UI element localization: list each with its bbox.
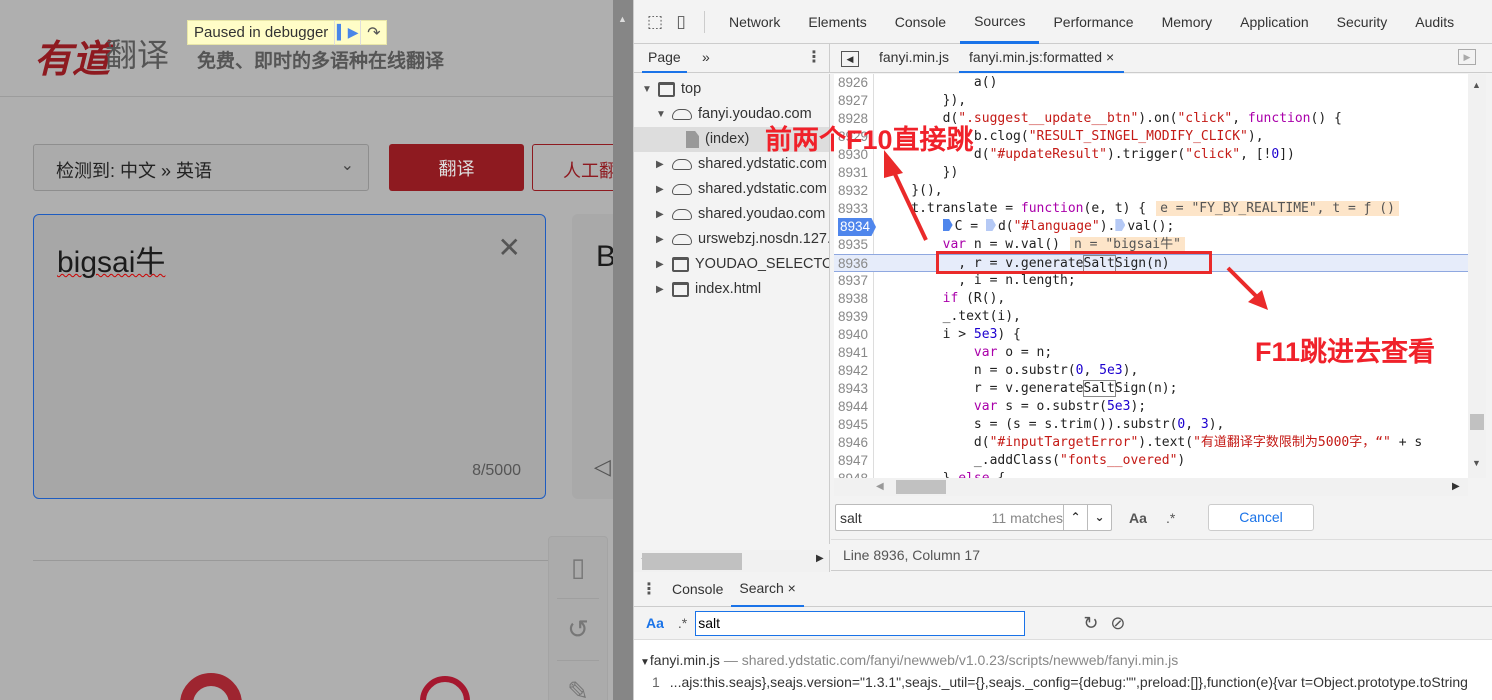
arrow-up-icon — [884, 150, 928, 241]
annotation-arrows — [884, 150, 1268, 310]
arrow-down-icon — [1226, 266, 1268, 310]
